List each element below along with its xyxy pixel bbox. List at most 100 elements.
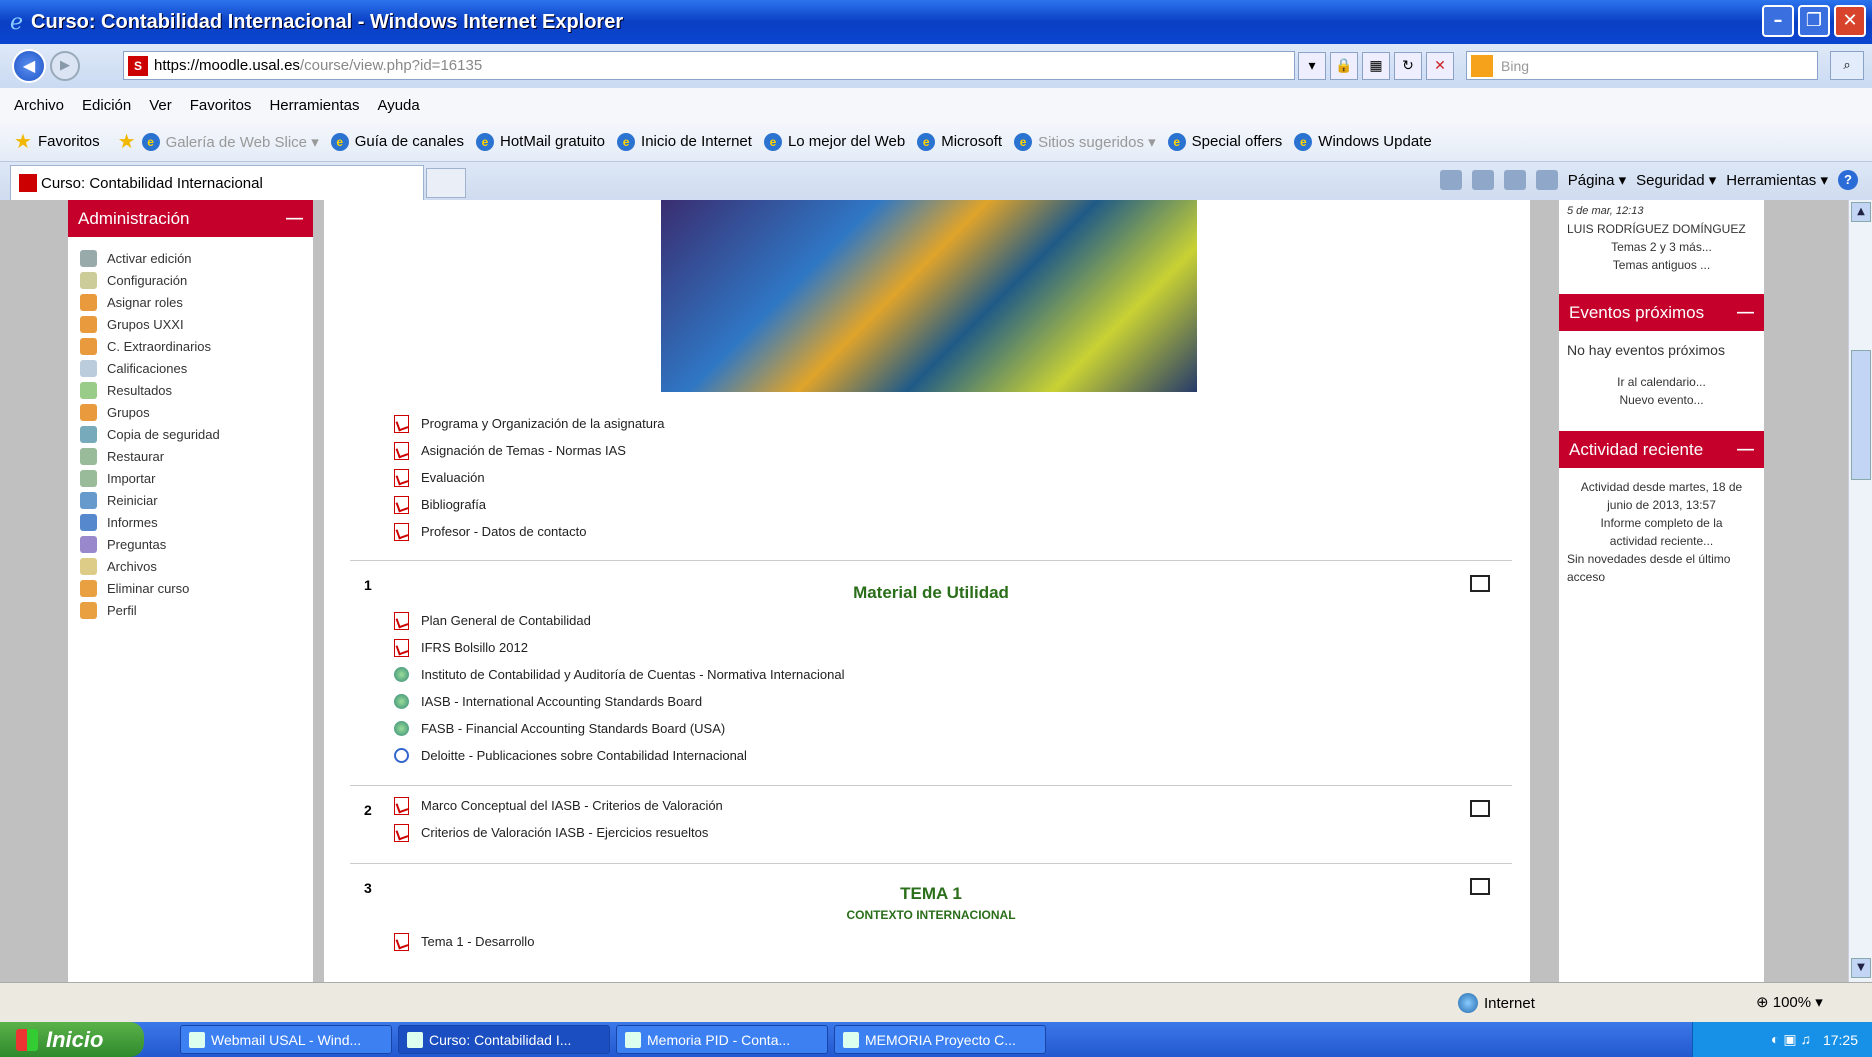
admin-item-link[interactable]: Configuración [80,269,313,291]
new-event-link[interactable]: Nuevo evento... [1559,391,1764,409]
stop-button[interactable]: ✕ [1426,52,1454,80]
section-3-checkbox[interactable] [1470,878,1490,895]
resource-label: Instituto de Contabilidad y Auditoría de… [421,667,845,682]
activity-report-link[interactable]: Informe completo de la actividad recient… [1559,514,1764,550]
menu-ver[interactable]: Ver [149,97,172,114]
admin-item-link[interactable]: Archivos [80,555,313,577]
resource-link[interactable]: Plan General de Contabilidad [394,607,1512,634]
favorite-link[interactable]: e Inicio de Internet [617,132,752,151]
admin-item-link[interactable]: Perfil [80,599,313,621]
search-input[interactable]: Bing [1466,51,1818,80]
favorite-link[interactable]: e Sitios sugeridos ▾ [1014,132,1156,151]
favorites-button[interactable]: Favoritos [38,133,100,150]
zoom-control[interactable]: ⊕ 100% ▾ [1756,993,1823,1011]
news-item-link[interactable]: Temas 2 y 3 más... [1559,238,1764,256]
resource-link[interactable]: Instituto de Contabilidad y Auditoría de… [394,661,1512,688]
security-menu[interactable]: Seguridad ▾ [1636,171,1716,189]
address-dropdown-button[interactable]: ▾ [1298,52,1326,80]
admin-item-link[interactable]: Grupos [80,401,313,423]
favorite-link[interactable]: e Special offers [1167,132,1282,151]
close-button[interactable]: ✕ [1834,5,1866,37]
resource-link[interactable]: IFRS Bolsillo 2012 [394,634,1512,661]
favorite-link[interactable]: e Microsoft [917,132,1002,151]
collapse-admin-button[interactable]: — [286,208,303,228]
vertical-scrollbar[interactable]: ▲ ▼ [1848,200,1872,982]
admin-item-link[interactable]: Grupos UXXI [80,313,313,335]
minimize-button[interactable]: – [1762,5,1794,37]
ie-page-icon: e [1014,132,1033,151]
section-2-checkbox[interactable] [1470,800,1490,817]
favorite-link[interactable]: e HotMail gratuito [475,132,605,151]
favorites-star-icon[interactable]: ★ [14,129,32,154]
tray-icons[interactable]: ◐ ▣ ♫ [1771,1031,1811,1048]
resource-link[interactable]: Marco Conceptual del IASB - Criterios de… [394,792,1512,819]
admin-item-link[interactable]: Reiniciar [80,489,313,511]
start-button[interactable]: Inicio [0,1022,144,1057]
new-tab-button[interactable] [426,168,466,198]
admin-item-link[interactable]: Importar [80,467,313,489]
admin-item-link[interactable]: Copia de seguridad [80,423,313,445]
admin-item-link[interactable]: Resultados [80,379,313,401]
menu-bar: Archivo Edición Ver Favoritos Herramient… [0,88,1872,122]
lock-icon[interactable]: 🔒 [1330,52,1358,80]
mail-icon[interactable] [1503,170,1526,190]
resource-link[interactable]: Programa y Organización de la asignatura [394,410,665,437]
menu-ayuda[interactable]: Ayuda [377,97,419,114]
admin-item-link[interactable]: Informes [80,511,313,533]
admin-item-link[interactable]: Preguntas [80,533,313,555]
refresh-button[interactable]: ↻ [1394,52,1422,80]
favorite-link[interactable]: e Lo mejor del Web [763,132,905,151]
help-icon[interactable]: ? [1838,170,1858,190]
calendar-link[interactable]: Ir al calendario... [1559,373,1764,391]
collapse-activity-button[interactable]: — [1737,439,1754,459]
scroll-down-button[interactable]: ▼ [1851,958,1871,978]
resource-link[interactable]: Evaluación [394,464,665,491]
menu-edicion[interactable]: Edición [82,97,131,114]
admin-item-link[interactable]: Calificaciones [80,357,313,379]
resource-link[interactable]: Asignación de Temas - Normas IAS [394,437,665,464]
page-menu[interactable]: Página ▾ [1568,171,1626,189]
resource-link[interactable]: Bibliografía [394,491,665,518]
maximize-button[interactable]: ❐ [1798,5,1830,37]
taskbar-button[interactable]: Webmail USAL - Wind... [180,1025,392,1054]
resource-link[interactable]: Deloitte - Publicaciones sobre Contabili… [394,742,1512,769]
favorite-link[interactable]: e Windows Update [1294,132,1432,151]
resource-link[interactable]: Tema 1 - Desarrollo [394,928,1512,955]
admin-item-link[interactable]: Eliminar curso [80,577,313,599]
search-button[interactable]: ⌕ [1830,51,1864,80]
resource-link[interactable]: IASB - International Accounting Standard… [394,688,1512,715]
collapse-events-button[interactable]: — [1737,302,1754,322]
feeds-icon[interactable] [1471,170,1494,190]
resource-link[interactable]: FASB - Financial Accounting Standards Bo… [394,715,1512,742]
section-1-checkbox[interactable] [1470,575,1490,592]
resource-link[interactable]: Profesor - Datos de contacto [394,518,665,545]
events-block-header: Eventos próximos — [1559,294,1764,331]
home-icon[interactable] [1439,170,1462,190]
resource-link[interactable]: Criterios de Valoración IASB - Ejercicio… [394,819,1512,846]
compat-view-button[interactable]: ▦ [1362,52,1390,80]
admin-item-link[interactable]: Activar edición [80,247,313,269]
ie-page-icon: e [763,132,782,151]
print-icon[interactable] [1535,170,1558,190]
taskbar-button[interactable]: MEMORIA Proyecto C... [834,1025,1046,1054]
taskbar-button[interactable]: Memoria PID - Conta... [616,1025,828,1054]
tab-curso[interactable]: Curso: Contabilidad Internacional [10,165,424,200]
menu-herramientas[interactable]: Herramientas [269,97,359,114]
taskbar-button[interactable]: Curso: Contabilidad I... [398,1025,610,1054]
scroll-up-button[interactable]: ▲ [1851,202,1871,222]
admin-item-link[interactable]: Restaurar [80,445,313,467]
add-favorite-icon[interactable]: ★ [118,129,136,154]
scrollbar-thumb[interactable] [1851,350,1871,480]
address-input[interactable]: S https://moodle.usal.es/course/view.php… [123,51,1295,80]
older-news-link[interactable]: Temas antiguos ... [1559,256,1764,274]
menu-archivo[interactable]: Archivo [14,97,64,114]
tools-menu[interactable]: Herramientas ▾ [1726,171,1828,189]
menu-favoritos[interactable]: Favoritos [190,97,252,114]
tab-favicon-icon [19,174,37,192]
admin-item-link[interactable]: C. Extraordinarios [80,335,313,357]
favorite-link[interactable]: e Guía de canales [330,132,464,151]
admin-item-link[interactable]: Asignar roles [80,291,313,313]
favorite-link[interactable]: e Galería de Web Slice ▾ [141,132,319,151]
forward-button[interactable]: ▶ [50,51,80,81]
back-button[interactable]: ◀ [12,49,46,83]
